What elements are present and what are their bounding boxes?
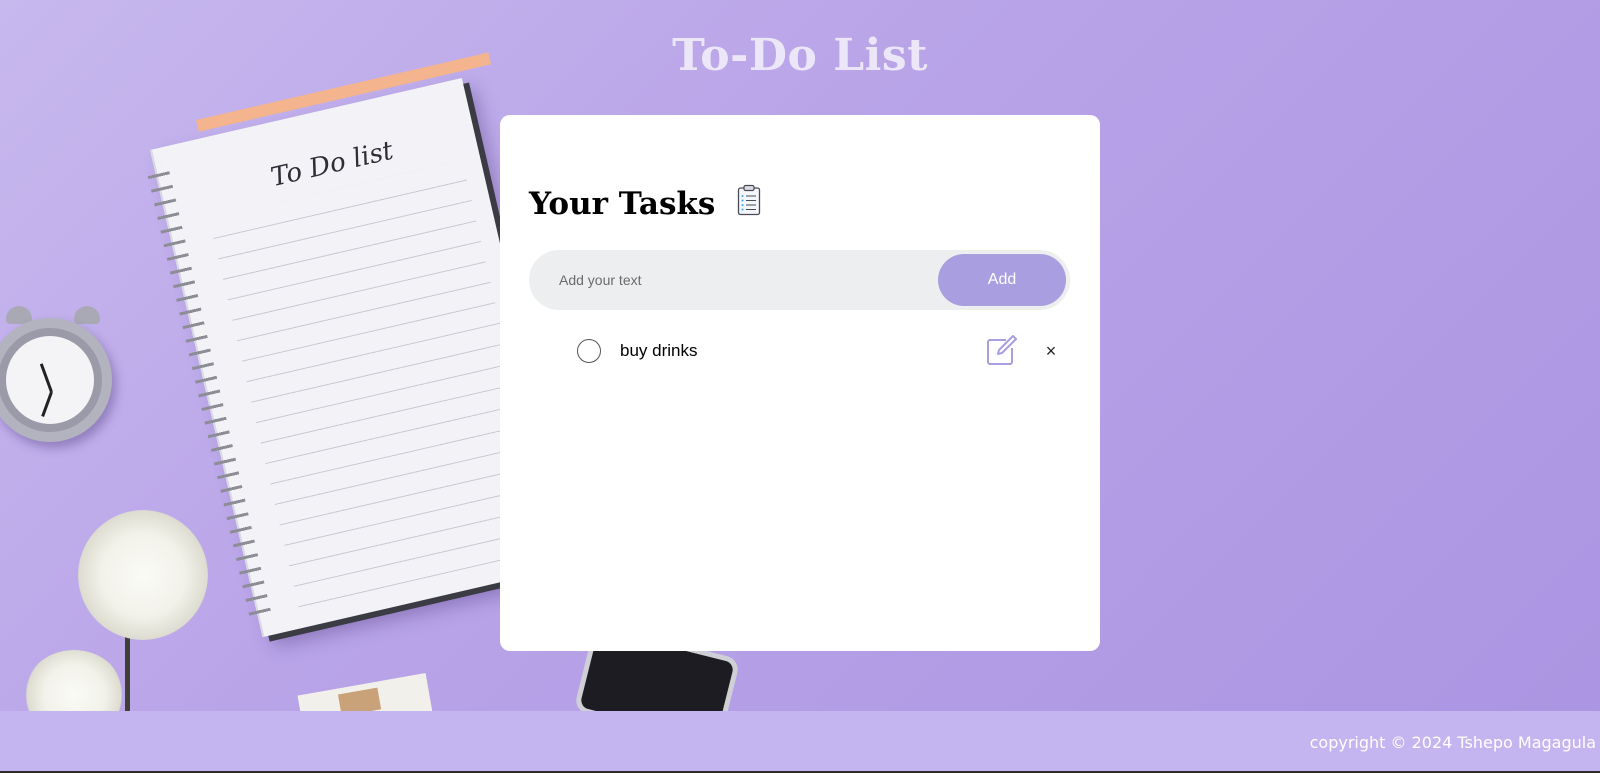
todo-card: Your Tasks Add buy drinks × — [500, 115, 1100, 651]
add-task-row: Add — [529, 250, 1070, 310]
flower-illustration — [78, 510, 208, 640]
task-text[interactable]: buy drinks — [620, 341, 697, 361]
clock-minute-hand — [41, 391, 53, 417]
envelope-illustration — [297, 673, 433, 711]
task-checkbox[interactable] — [577, 339, 601, 363]
add-button[interactable]: Add — [938, 254, 1066, 306]
clock-bell-right — [74, 306, 100, 324]
clock-face — [6, 336, 94, 424]
footer: copyright © 2024 Tshepo Magagula — [0, 711, 1600, 773]
alarm-clock-illustration — [0, 318, 112, 442]
tasks-heading: Your Tasks — [529, 186, 716, 222]
edit-icon[interactable] — [984, 334, 1018, 368]
copyright-text: copyright © 2024 Tshepo Magagula — [1309, 733, 1596, 752]
task-list: buy drinks × — [500, 330, 1100, 374]
clipboard-icon — [737, 184, 761, 216]
delete-icon[interactable]: × — [1040, 340, 1062, 362]
page-title: To-Do List — [672, 30, 928, 81]
list-item: buy drinks × — [500, 330, 1100, 374]
task-input[interactable] — [559, 264, 919, 296]
flower-illustration-small — [24, 650, 124, 711]
clock-hour-hand — [39, 363, 53, 393]
